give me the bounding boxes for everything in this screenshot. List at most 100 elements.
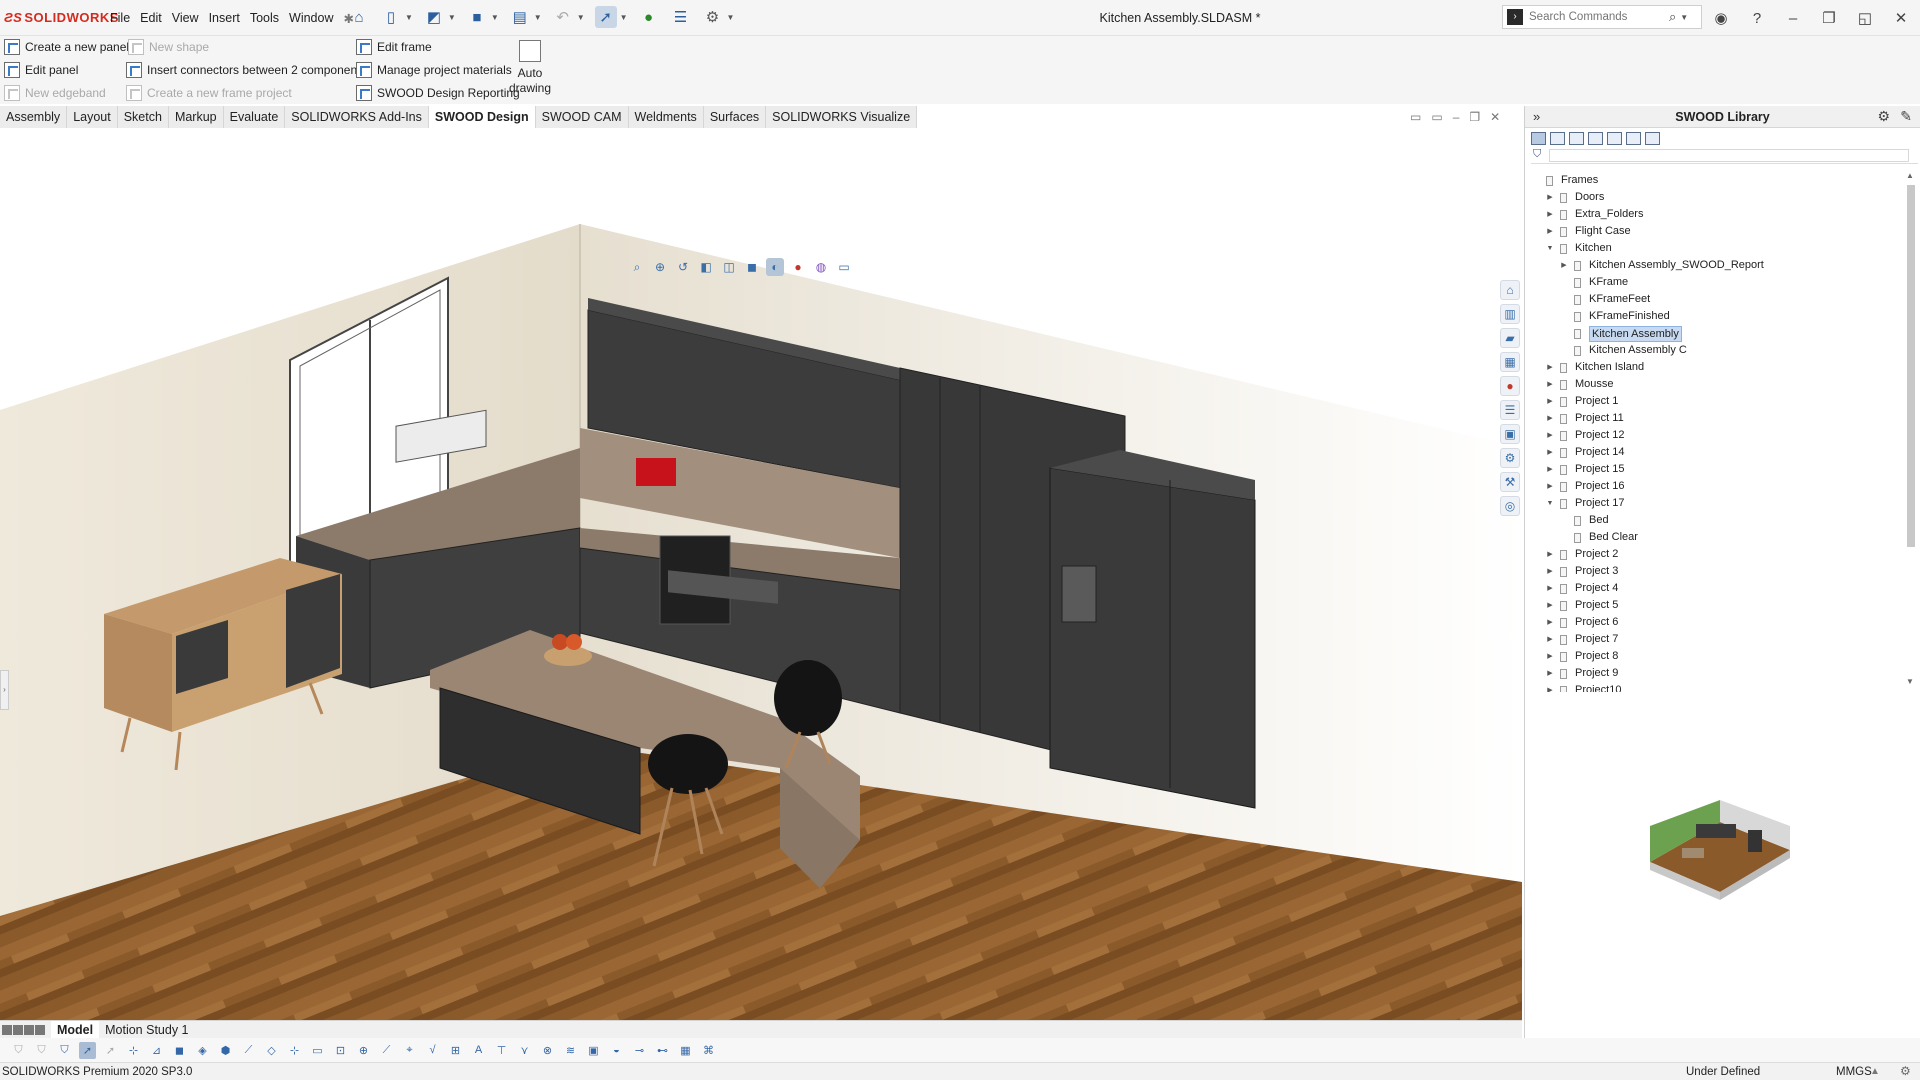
library-folder-icon[interactable]	[1588, 131, 1603, 145]
library-part-icon[interactable]	[1626, 131, 1641, 145]
tree-item[interactable]: ▼ Project 17	[1525, 495, 1905, 512]
chevron-down-icon[interactable]: ▼	[534, 13, 542, 22]
tab-sketch[interactable]: Sketch	[117, 106, 169, 128]
chevron-down-icon[interactable]: ▼	[727, 13, 735, 22]
filter-facets-icon[interactable]: ⌘	[700, 1042, 717, 1059]
custom-properties-icon[interactable]: ☰	[1500, 400, 1520, 420]
tree-item[interactable]: Frames	[1525, 172, 1905, 189]
filter-icon[interactable]: ⛉	[56, 1042, 73, 1059]
maximize-icon[interactable]: ◱	[1854, 7, 1876, 29]
minimize-icon[interactable]: –	[1453, 110, 1460, 124]
design-library-icon[interactable]: ▥	[1500, 304, 1520, 324]
undo-icon[interactable]: ↶	[552, 6, 574, 28]
chevron-down-icon[interactable]: ▼	[1545, 240, 1555, 257]
first-tab-icon[interactable]	[2, 1024, 12, 1035]
user-account-icon[interactable]: ◉	[1710, 7, 1732, 29]
filter-datum-feature-icon[interactable]: ⊤	[493, 1042, 510, 1059]
chevron-down-icon[interactable]: ▼	[1680, 13, 1688, 22]
auto-drawing-button[interactable]: Auto drawing	[508, 40, 552, 96]
chevron-right-icon[interactable]: ▶	[1545, 189, 1555, 206]
tab-swood-cam[interactable]: SWOOD CAM	[535, 106, 629, 128]
status-settings-icon[interactable]: ⚙	[1900, 1064, 1911, 1078]
tree-item[interactable]: ▶ Doors	[1525, 189, 1905, 206]
tree-item[interactable]: ▶ Project 5	[1525, 597, 1905, 614]
chevron-right-icon[interactable]: ▶	[1545, 580, 1555, 597]
chevron-up-icon[interactable]: ▲	[1906, 171, 1914, 180]
tree-item[interactable]: ▶ Extra_Folders	[1525, 206, 1905, 223]
open-icon[interactable]: ◩	[423, 6, 445, 28]
tree-item[interactable]: Bed Clear	[1525, 529, 1905, 546]
feature-manager-expand-handle[interactable]: ›	[0, 670, 9, 710]
filter-center-marks-icon[interactable]: ⊕	[355, 1042, 372, 1059]
file-explorer-icon[interactable]: ▰	[1500, 328, 1520, 348]
tree-item[interactable]: ▶ Project 15	[1525, 461, 1905, 478]
filter-weld-symbol-icon[interactable]: ⋎	[516, 1042, 533, 1059]
chevron-right-icon[interactable]: ▶	[1545, 631, 1555, 648]
filter-faces-icon[interactable]: ◼	[171, 1042, 188, 1059]
tree-item[interactable]: ▶ Project 4	[1525, 580, 1905, 597]
create-panel-button[interactable]: Create a new panel	[4, 39, 129, 55]
edit-appearance-icon[interactable]: ●	[789, 258, 807, 276]
view-orientation-icon[interactable]: ◫	[720, 258, 738, 276]
tab-layout[interactable]: Layout	[67, 106, 118, 128]
tree-item[interactable]: KFrame	[1525, 274, 1905, 291]
chevron-right-icon[interactable]: ▶	[1545, 478, 1555, 495]
zoom-to-fit-icon[interactable]: ⌕	[628, 258, 646, 276]
library-filter-input[interactable]	[1549, 149, 1909, 162]
tree-item[interactable]: Kitchen Assembly	[1525, 325, 1905, 342]
chevron-right-icon[interactable]: ▶	[1545, 665, 1555, 682]
library-folder-icon[interactable]	[1607, 131, 1622, 145]
tree-item[interactable]: ▶ Flight Case	[1525, 223, 1905, 240]
chevron-right-icon[interactable]: ▶	[1545, 393, 1555, 410]
filter-icon[interactable]: ⛉	[1533, 148, 1541, 161]
chevron-right-icon[interactable]: ▶	[1545, 223, 1555, 240]
edit-frame-button[interactable]: Edit frame	[356, 39, 432, 55]
filter-centerline-icon[interactable]: ⟋	[378, 1042, 395, 1059]
tree-scrollbar[interactable]: ▲ ▼	[1904, 171, 1918, 691]
search-icon[interactable]: ⌕	[1669, 9, 1676, 25]
display-style-icon[interactable]: ◼	[743, 258, 761, 276]
restore-icon[interactable]: ❐	[1469, 110, 1480, 124]
close-icon[interactable]: ✕	[1890, 7, 1912, 29]
filter-axes-icon[interactable]: ⟋	[240, 1042, 257, 1059]
tree-item[interactable]: ▶ Project10	[1525, 682, 1905, 692]
chevron-right-icon[interactable]: ▶	[1545, 444, 1555, 461]
solidworks-logo[interactable]: ƧS SOLIDWORKS	[4, 10, 119, 25]
split-view-icon[interactable]: ▭	[1431, 110, 1442, 124]
select-arrow-icon[interactable]: ➚	[79, 1041, 96, 1059]
next-tab-icon[interactable]	[24, 1024, 34, 1035]
tab-motion-study-1[interactable]: Motion Study 1	[99, 1021, 194, 1039]
chevron-right-icon[interactable]: ▶	[1545, 682, 1555, 692]
filter-icon[interactable]: ⛉	[10, 1042, 27, 1059]
tree-item[interactable]: ▶ Project 12	[1525, 427, 1905, 444]
edit-panel-button[interactable]: Edit panel	[4, 62, 78, 78]
filter-cosmetic-threads-icon[interactable]: ≋	[562, 1042, 579, 1059]
filter-mesh-icon[interactable]: ▦	[677, 1042, 694, 1059]
menu-view[interactable]: View	[172, 11, 199, 26]
filter-notes-icon[interactable]: A	[470, 1042, 487, 1059]
tree-item[interactable]: Bed	[1525, 512, 1905, 529]
help-icon[interactable]: ?	[1746, 7, 1768, 29]
filter-surface-finish-icon[interactable]: √	[424, 1042, 441, 1059]
chevron-down-icon[interactable]: ▼	[1545, 495, 1555, 512]
swood-tools-icon[interactable]: ⚒	[1500, 472, 1520, 492]
tree-item[interactable]: KFrameFinished	[1525, 308, 1905, 325]
filter-geometric-tolerance-icon[interactable]: ⊞	[447, 1042, 464, 1059]
unit-system[interactable]: MMGS	[1836, 1066, 1872, 1078]
home-icon[interactable]: ⌂	[348, 6, 370, 28]
settings-gear-icon[interactable]: ⚙	[1877, 108, 1890, 125]
solidworks-resources-home-icon[interactable]: ⌂	[1500, 280, 1520, 300]
chevron-right-icon[interactable]: ▶	[1545, 563, 1555, 580]
tree-item[interactable]: ▶ Project 7	[1525, 631, 1905, 648]
tab-evaluate[interactable]: Evaluate	[223, 106, 286, 128]
chevron-down-icon[interactable]: ▼	[620, 13, 628, 22]
filter-icon[interactable]: ⛉	[33, 1042, 50, 1059]
view-settings-icon[interactable]: ▭	[835, 258, 853, 276]
filter-surfaces-icon[interactable]: ◈	[194, 1042, 211, 1059]
insert-connectors-button[interactable]: Insert connectors between 2 components	[126, 62, 366, 78]
tree-item[interactable]: ▶ Project 6	[1525, 614, 1905, 631]
chevron-down-icon[interactable]: ▼	[405, 13, 413, 22]
apply-scene-icon[interactable]: ◍	[812, 258, 830, 276]
filter-solid-bodies-icon[interactable]: ⬢	[217, 1042, 234, 1059]
hide-show-items-icon[interactable]: ◐	[766, 258, 784, 276]
